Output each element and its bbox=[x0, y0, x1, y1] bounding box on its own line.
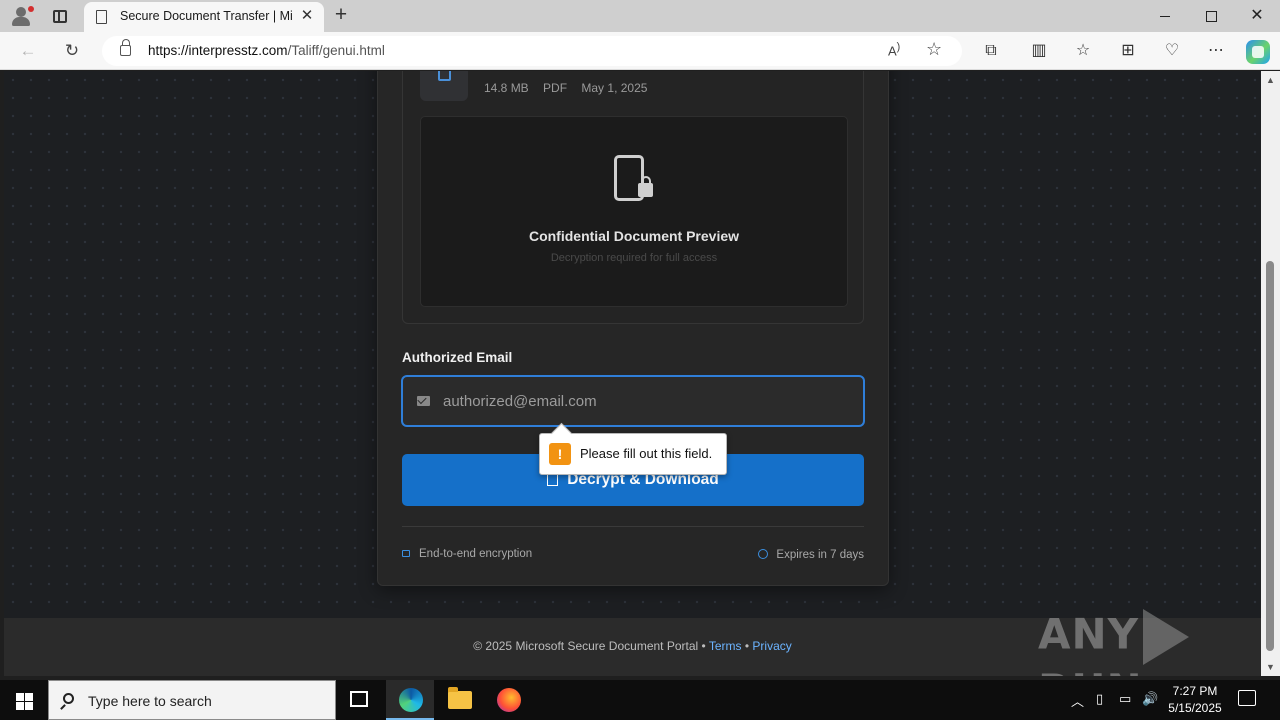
copyright-text: © 2025 Microsoft Secure Document Portal … bbox=[473, 639, 706, 653]
device-icon[interactable]: ▯ bbox=[1096, 691, 1103, 707]
preview-subtitle: Decryption required for full access bbox=[550, 252, 718, 264]
network-icon[interactable]: ▭ bbox=[1119, 691, 1131, 707]
search-icon bbox=[63, 693, 74, 704]
restore-button[interactable] bbox=[1188, 0, 1234, 32]
show-hidden-icons[interactable]: ︿ bbox=[1071, 691, 1084, 710]
taskbar-search[interactable]: Type here to search bbox=[48, 680, 336, 720]
split-screen-icon[interactable]: ▥ bbox=[1028, 40, 1050, 62]
email-input[interactable] bbox=[443, 389, 853, 413]
download-icon bbox=[547, 475, 559, 486]
clock-icon bbox=[758, 549, 769, 559]
lock-icon[interactable] bbox=[120, 39, 131, 56]
address-bar[interactable]: https://interpresstz.com/Taliff/genui.ht… bbox=[102, 36, 962, 66]
volume-icon[interactable]: 🔊 bbox=[1142, 691, 1158, 707]
scroll-down-icon[interactable]: ▼ bbox=[1266, 662, 1275, 672]
favorites-icon[interactable]: ☆ bbox=[1072, 40, 1094, 62]
file-meta: 14.8 MB PDF May 1, 2025 bbox=[484, 81, 658, 95]
page-viewport: 14.8 MB PDF May 1, 2025 Confidential Doc… bbox=[4, 71, 1261, 676]
back-icon[interactable]: ← bbox=[16, 40, 40, 62]
edge-icon bbox=[399, 688, 423, 712]
windows-taskbar: Type here to search ︿ ▯ ▭ 🔊 7:27 PM 5/15… bbox=[0, 680, 1280, 720]
taskbar-edge[interactable] bbox=[386, 680, 434, 720]
taskbar-file-explorer[interactable] bbox=[435, 680, 483, 720]
more-menu-icon[interactable]: ⋯ bbox=[1205, 40, 1227, 62]
preview-title: Confidential Document Preview bbox=[528, 228, 740, 244]
firefox-icon bbox=[497, 688, 521, 712]
tab-actions-icon[interactable] bbox=[46, 6, 74, 26]
minimize-button[interactable] bbox=[1142, 0, 1188, 32]
page-icon bbox=[96, 10, 107, 24]
divider bbox=[402, 526, 864, 527]
taskbar-clock[interactable]: 7:27 PM 5/15/2025 bbox=[1160, 683, 1230, 717]
task-view-icon bbox=[350, 691, 368, 707]
validation-message: Please fill out this field. bbox=[580, 446, 713, 461]
locked-document-icon bbox=[614, 155, 656, 205]
email-label: Authorized Email bbox=[402, 350, 513, 365]
browser-toolbar: ← ↻ https://interpresstz.com/Taliff/genu… bbox=[0, 32, 1280, 70]
document-preview: Confidential Document Preview Decryption… bbox=[420, 116, 848, 307]
extensions-icon[interactable]: ⧉ bbox=[980, 40, 1002, 62]
envelope-icon bbox=[417, 396, 430, 406]
page-scrollbar[interactable]: ▲ ▼ bbox=[1261, 71, 1280, 676]
warning-icon: ! bbox=[549, 443, 571, 465]
task-view-button[interactable] bbox=[336, 680, 384, 720]
browser-tab-bar: Secure Document Transfer | Microsoft ✕ +… bbox=[0, 0, 1280, 32]
collections-icon[interactable]: ⊞ bbox=[1117, 40, 1139, 62]
close-tab-icon[interactable]: ✕ bbox=[298, 6, 316, 26]
favorite-star-icon[interactable]: ☆ bbox=[926, 39, 942, 60]
read-aloud-icon[interactable]: A) bbox=[888, 41, 900, 58]
privacy-link[interactable]: Privacy bbox=[752, 639, 791, 653]
taskbar-firefox[interactable] bbox=[484, 680, 532, 720]
footer-separator: • bbox=[744, 639, 750, 653]
start-button[interactable] bbox=[0, 680, 48, 720]
tab-title: Secure Document Transfer | Microsoft bbox=[120, 9, 292, 23]
file-date: May 1, 2025 bbox=[581, 81, 648, 95]
file-type: PDF bbox=[543, 81, 568, 95]
email-field[interactable] bbox=[402, 376, 864, 426]
close-window-button[interactable]: ✕ bbox=[1234, 0, 1280, 32]
browser-essentials-icon[interactable]: ♡ bbox=[1161, 40, 1183, 62]
reload-icon[interactable]: ↻ bbox=[60, 40, 84, 62]
clock-time: 7:27 PM bbox=[1172, 684, 1218, 698]
new-tab-icon[interactable]: + bbox=[330, 4, 352, 28]
anyrun-watermark-logo: ANYRUN bbox=[1038, 609, 1261, 676]
file-size: 14.8 MB bbox=[484, 81, 529, 95]
scroll-up-icon[interactable]: ▲ bbox=[1266, 75, 1275, 85]
encryption-note: End-to-end encryption bbox=[402, 548, 532, 560]
transfer-card: 14.8 MB PDF May 1, 2025 Confidential Doc… bbox=[377, 71, 889, 586]
url-text[interactable]: https://interpresstz.com/Taliff/genui.ht… bbox=[148, 43, 385, 58]
copilot-icon[interactable] bbox=[1246, 40, 1270, 64]
scrollbar-thumb[interactable] bbox=[1266, 261, 1274, 651]
clock-date: 5/15/2025 bbox=[1168, 701, 1222, 715]
file-info-panel: 14.8 MB PDF May 1, 2025 Confidential Doc… bbox=[402, 71, 864, 324]
document-icon bbox=[420, 71, 468, 101]
expiry-note: Expires in 7 days bbox=[758, 548, 864, 561]
folder-icon bbox=[448, 687, 472, 709]
profile-icon[interactable] bbox=[8, 4, 34, 28]
validation-tooltip: ! Please fill out this field. bbox=[539, 433, 727, 475]
browser-tab[interactable]: Secure Document Transfer | Microsoft ✕ bbox=[84, 2, 324, 32]
search-placeholder: Type here to search bbox=[88, 693, 212, 709]
notifications-icon[interactable] bbox=[1238, 690, 1256, 706]
lock-icon bbox=[402, 550, 410, 557]
terms-link[interactable]: Terms bbox=[709, 639, 742, 653]
